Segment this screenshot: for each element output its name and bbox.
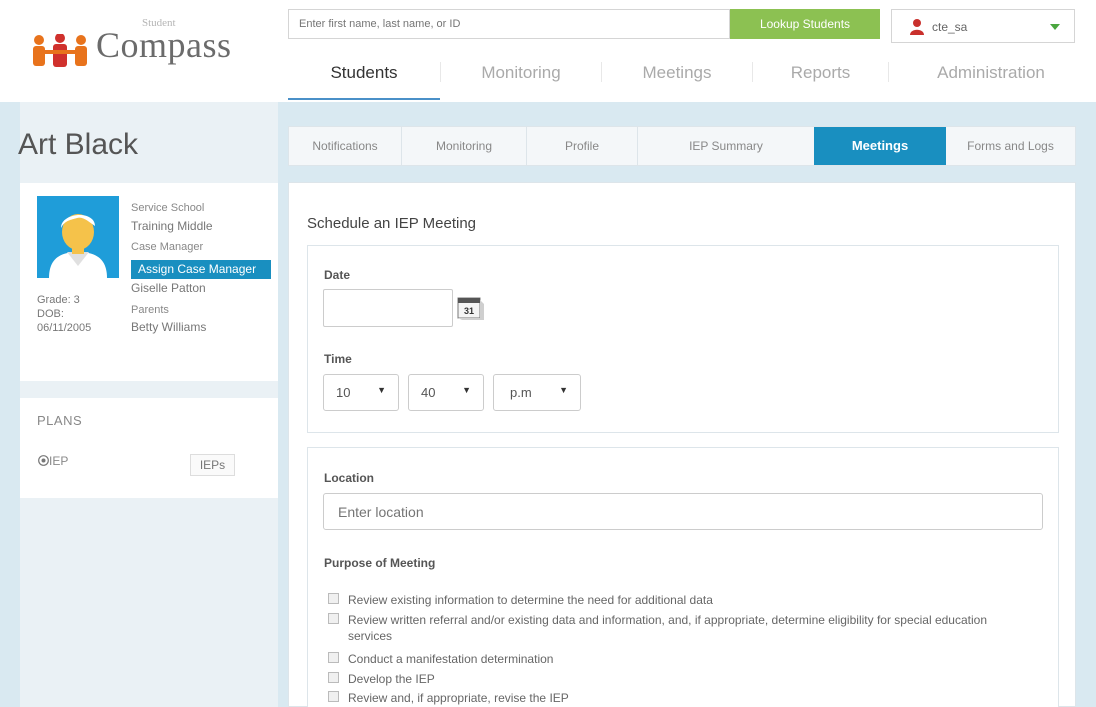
user-menu-dropdown[interactable]: cte_sa [891, 9, 1075, 43]
minute-value: 40 [421, 385, 436, 400]
purpose-option-text: Review and, if appropriate, revise the I… [348, 691, 569, 705]
tab-profile[interactable]: Profile [527, 127, 637, 165]
date-input[interactable] [323, 289, 453, 327]
purpose-option-text: Conduct a manifestation determination [348, 652, 554, 666]
plan-item-iep[interactable]: IEP [38, 454, 68, 468]
plan-label-text: IEP [49, 454, 69, 468]
calendar-icon[interactable]: 31 [456, 294, 486, 322]
ieps-button[interactable]: IEPs [190, 454, 235, 476]
tab-iep-summary[interactable]: IEP Summary [638, 127, 814, 165]
student-info-card: Service School Training Middle Case Mana… [20, 183, 278, 381]
purpose-option-text: Review written referral and/or existing … [348, 613, 988, 643]
time-label: Time [324, 352, 352, 366]
tab-notifications[interactable]: Notifications [289, 127, 401, 165]
dropdown-arrow-icon: ▼ [462, 385, 471, 395]
hour-select[interactable]: 10 ▼ [323, 374, 399, 411]
case-manager-label: Case Manager [131, 241, 204, 253]
minute-select[interactable]: 40 ▼ [408, 374, 484, 411]
purpose-checkbox[interactable] [328, 593, 339, 604]
circle-plus-icon [38, 455, 49, 466]
purpose-checkbox[interactable] [328, 613, 339, 624]
service-school-value: Training Middle [131, 219, 213, 233]
calendar-day-text: 31 [464, 306, 474, 316]
page-title: Schedule an IEP Meeting [307, 215, 477, 232]
logo-title: Compass [96, 25, 232, 65]
student-avatar-icon [49, 214, 107, 278]
plans-heading: PLANS [37, 413, 83, 428]
app-header: Student Compass Lookup Students cte_sa S… [0, 0, 1096, 102]
student-search-input[interactable] [288, 9, 730, 39]
location-input[interactable] [323, 493, 1043, 530]
purpose-option-text: Review existing information to determine… [348, 593, 713, 607]
student-avatar [37, 196, 119, 278]
nav-tab-monitoring[interactable]: Monitoring [441, 50, 601, 100]
purpose-checkbox[interactable] [328, 691, 339, 702]
nav-tab-meetings[interactable]: Meetings [602, 50, 752, 100]
purpose-checkbox[interactable] [328, 652, 339, 663]
nav-tab-students[interactable]: Students [288, 50, 440, 100]
people-logo-icon [33, 34, 87, 67]
assign-case-manager-button[interactable]: Assign Case Manager [131, 260, 271, 279]
location-purpose-panel [307, 447, 1059, 707]
ampm-value: p.m [510, 385, 532, 400]
student-name-heading: Art Black [18, 128, 139, 161]
purpose-checkbox[interactable] [328, 672, 339, 683]
dropdown-arrow-icon: ▼ [377, 385, 386, 395]
parents-label: Parents [131, 304, 169, 316]
tab-meetings[interactable]: Meetings [814, 127, 946, 165]
location-label: Location [324, 471, 374, 485]
purpose-label: Purpose of Meeting [324, 556, 436, 570]
dob-label: DOB: [37, 308, 64, 320]
tab-forms-and-logs[interactable]: Forms and Logs [946, 127, 1075, 165]
hour-value: 10 [336, 385, 351, 400]
lookup-students-button[interactable]: Lookup Students [730, 9, 880, 39]
username-label: cte_sa [932, 20, 968, 34]
dropdown-arrow-icon: ▼ [559, 385, 568, 395]
student-compass-logo[interactable]: Student Compass [30, 14, 240, 78]
tab-monitoring[interactable]: Monitoring [402, 127, 526, 165]
plans-card: PLANS IEP IEPs [20, 398, 278, 498]
date-label: Date [324, 268, 351, 282]
chevron-down-icon [1050, 24, 1060, 30]
parents-value: Betty Williams [131, 320, 207, 334]
user-icon [910, 19, 924, 35]
nav-tab-administration[interactable]: Administration [889, 50, 1093, 100]
grade-value: Grade: 3 [37, 294, 80, 306]
main-navigation: Students Monitoring Meetings Reports Adm… [288, 50, 1096, 102]
case-manager-value: Giselle Patton [131, 281, 206, 295]
student-subtabs: Notifications Monitoring Profile IEP Sum… [288, 126, 1076, 166]
ampm-select[interactable]: p.m ▼ [493, 374, 581, 411]
service-school-label: Service School [131, 202, 205, 214]
purpose-option-text: Develop the IEP [348, 672, 435, 686]
nav-tab-reports[interactable]: Reports [753, 50, 888, 100]
dob-value: 06/11/2005 [37, 322, 92, 334]
